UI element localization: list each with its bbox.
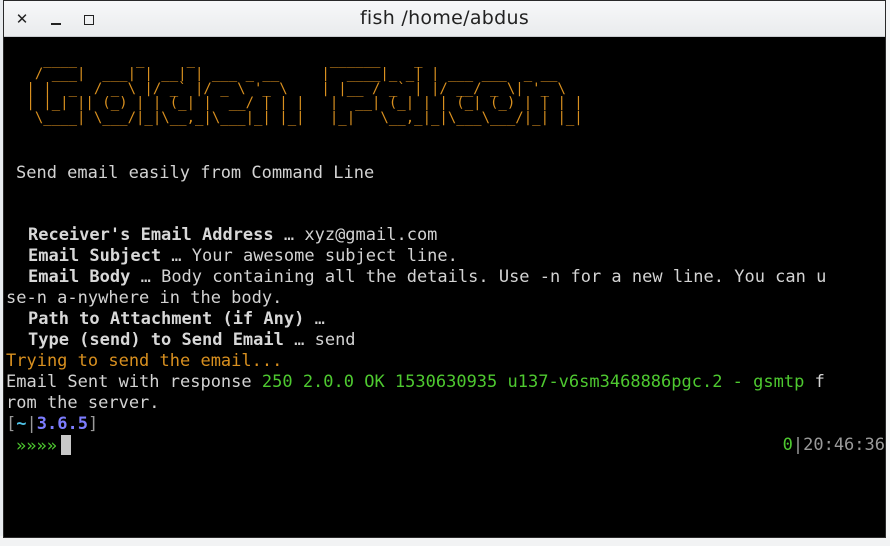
close-icon[interactable]: ✕ [12, 9, 32, 29]
prompt-version: 3.6.5 [36, 414, 88, 434]
field-label: Email Subject [28, 246, 162, 266]
status-sent-wrap: rom the server. [6, 393, 160, 413]
prompt-bracket-open: [ [6, 414, 17, 434]
field-label: Type (send) to Send Email [28, 330, 284, 350]
maximize-icon[interactable] [79, 9, 99, 29]
prompt-dir: ~ [16, 414, 27, 434]
right-prompt: 0|20:46:36 [783, 435, 885, 456]
clock: 20:46:36 [803, 435, 885, 455]
window-title: fish /home/abdus [359, 7, 530, 29]
field-label: Path to Attachment (if Any) [28, 309, 305, 329]
right-sep: | [792, 435, 804, 455]
minimize-icon[interactable] [46, 9, 66, 29]
terminal-window: fish /home/abdus ✕ ____ _ _ ______ _ / _… [3, 0, 886, 538]
prompt-pipe: | [26, 414, 37, 434]
title-bar[interactable]: fish /home/abdus ✕ [4, 1, 885, 37]
command-prompt[interactable]: »»»» [16, 435, 71, 456]
field-value: send [314, 330, 356, 350]
field-sep: … [273, 225, 305, 245]
prompt-info: [~|3.6.5] [6, 414, 98, 435]
sent-prefix: Email Sent with response [6, 372, 262, 392]
terminal-output[interactable]: ____ _ _ ______ _ / ___| ___| | __| | __… [4, 37, 885, 537]
field-value: se-n a-nywhere in the body. [6, 288, 283, 308]
sent-suffix: f [804, 372, 825, 392]
field-label: Receiver's Email Address [28, 225, 274, 245]
field-label: Email Body [28, 267, 131, 287]
exit-status: 0 [782, 435, 793, 455]
text-cursor [60, 435, 71, 455]
field-value: xyz@gmail.com [304, 225, 438, 245]
field-attachment: Path to Attachment (if Any) … [28, 309, 335, 330]
prompt-arrows: »»»» [16, 436, 57, 456]
field-send: Type (send) to Send Email … send [28, 330, 356, 351]
field-body-wrap: se-n a-nywhere in the body. [6, 288, 282, 309]
ascii-banner: ____ _ _ ______ _ / ___| ___| | __| | __… [26, 52, 583, 126]
field-sep: … [130, 267, 162, 287]
field-sep: … [283, 330, 315, 350]
field-subject: Email Subject … Your awesome subject lin… [28, 246, 458, 267]
tagline: Send email easily from Command Line [16, 163, 375, 183]
field-value: Your awesome subject line. [191, 246, 458, 266]
field-receiver: Receiver's Email Address … xyz@gmail.com [28, 225, 437, 246]
status-trying: Trying to send the email... [6, 351, 283, 371]
field-value: Body containing all the details. Use -n … [161, 267, 827, 287]
smtp-response: 250 2.0.0 OK 1530630935 u137-v6sm3468886… [261, 372, 805, 392]
field-sep: … [161, 246, 192, 266]
field-body: Email Body … Body containing all the det… [28, 267, 826, 288]
status-sent: Email Sent with response 250 2.0.0 OK 15… [6, 372, 825, 393]
prompt-bracket-close: ] [87, 414, 99, 434]
field-sep: … [304, 309, 336, 329]
